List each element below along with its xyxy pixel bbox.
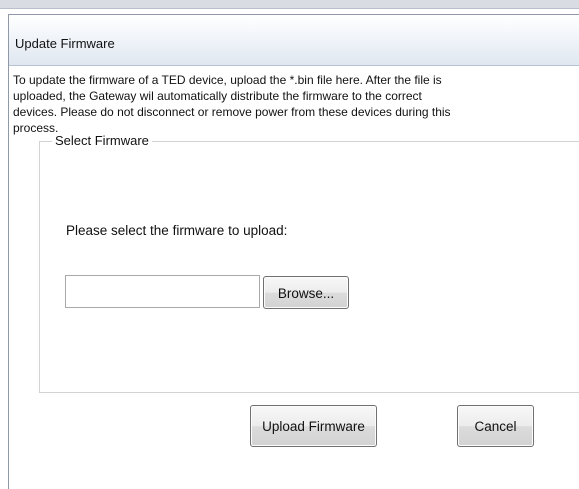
select-firmware-prompt: Please select the firmware to upload: <box>66 223 288 238</box>
page: Update Firmware To update the firmware o… <box>0 0 579 489</box>
select-firmware-legend: Select Firmware <box>52 133 152 148</box>
browse-button[interactable]: Browse... <box>263 276 349 309</box>
select-firmware-fieldset <box>39 141 579 393</box>
firmware-file-input[interactable] <box>65 275 260 308</box>
instructions-line: uploaded, the Gateway wil automatically … <box>13 89 422 103</box>
cancel-button[interactable]: Cancel <box>457 405 534 447</box>
dialog-title-bar: Update Firmware <box>9 15 579 66</box>
instructions-text: To update the firmware of a TED device, … <box>13 72 579 136</box>
instructions-line: To update the firmware of a TED device, … <box>13 73 442 87</box>
top-strip <box>0 0 579 9</box>
dialog-title: Update Firmware <box>15 36 115 51</box>
upload-firmware-button[interactable]: Upload Firmware <box>250 405 377 447</box>
instructions-line: devices. Please do not disconnect or rem… <box>13 105 451 119</box>
